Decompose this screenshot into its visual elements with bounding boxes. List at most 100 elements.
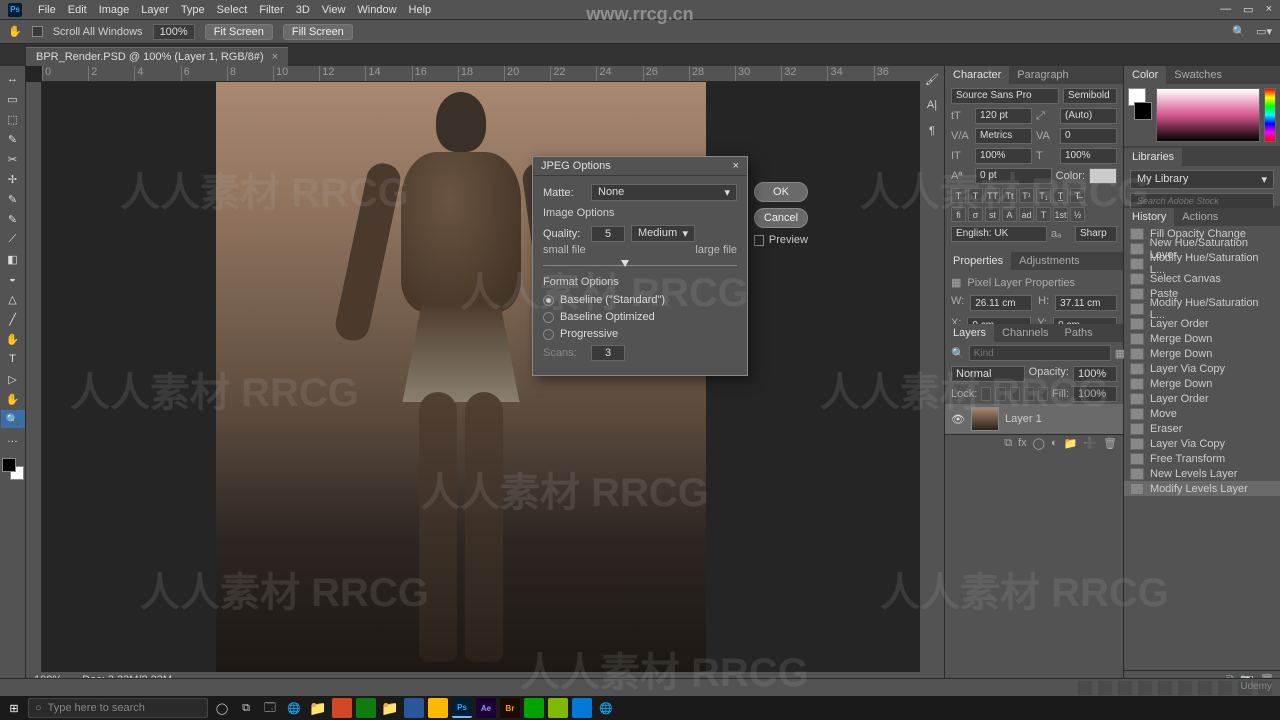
history-item[interactable]: Eraser bbox=[1124, 421, 1280, 436]
zoom-tool-icon[interactable]: … bbox=[1, 430, 25, 448]
height-field[interactable]: 37.11 cm bbox=[1055, 295, 1117, 311]
aftereffects-taskbar-icon[interactable]: Ae bbox=[476, 698, 496, 718]
status-icon[interactable] bbox=[1138, 681, 1152, 695]
history-item[interactable]: Free Transform bbox=[1124, 451, 1280, 466]
menu-image[interactable]: Image bbox=[99, 4, 130, 16]
path-select-tool-icon[interactable]: ✋ bbox=[1, 390, 25, 408]
history-item[interactable]: Modify Levels Layer bbox=[1124, 481, 1280, 496]
preview-checkbox[interactable]: Preview bbox=[754, 234, 808, 246]
paragraph-panel-icon[interactable]: ¶ bbox=[923, 122, 941, 140]
lock-pixels-icon[interactable] bbox=[995, 387, 1005, 401]
taskbar-app-icon[interactable] bbox=[332, 698, 352, 718]
tab-character[interactable]: Character bbox=[945, 66, 1009, 84]
ot-swash-button[interactable]: st bbox=[985, 207, 1000, 222]
status-icon[interactable] bbox=[1218, 681, 1232, 695]
color-swatches[interactable] bbox=[2, 458, 24, 480]
matte-select[interactable]: None▾ bbox=[591, 184, 737, 201]
fit-screen-button[interactable]: Fit Screen bbox=[205, 24, 273, 40]
menu-window[interactable]: Window bbox=[357, 4, 396, 16]
brush-panel-icon[interactable]: 🖌 bbox=[923, 70, 941, 88]
task-view-icon[interactable]: ⧉ bbox=[236, 698, 256, 718]
menu-layer[interactable]: Layer bbox=[141, 4, 169, 16]
history-item[interactable]: Layer Via Copy bbox=[1124, 436, 1280, 451]
delete-layer-icon[interactable]: 🗑 bbox=[1103, 437, 1117, 450]
type-tool-icon[interactable]: ▷ bbox=[1, 370, 25, 388]
dialog-close-icon[interactable]: × bbox=[733, 160, 739, 172]
ot-fi-button[interactable]: fi bbox=[951, 207, 966, 222]
menu-view[interactable]: View bbox=[322, 4, 346, 16]
brush-tool-icon[interactable]: ✎ bbox=[1, 210, 25, 228]
tab-color[interactable]: Color bbox=[1124, 66, 1166, 84]
fill-field[interactable]: 100% bbox=[1073, 386, 1117, 402]
layer-visibility-icon[interactable]: 👁 bbox=[951, 413, 965, 426]
tab-libraries[interactable]: Libraries bbox=[1124, 148, 1182, 166]
menu-3d[interactable]: 3D bbox=[296, 4, 310, 16]
strike-button[interactable]: T̶ bbox=[1070, 188, 1085, 203]
scroll-all-checkbox[interactable] bbox=[32, 26, 43, 37]
baseline-field[interactable]: 0 pt bbox=[975, 168, 1052, 184]
layer-fx-icon[interactable]: fx bbox=[1018, 437, 1027, 450]
font-style-select[interactable]: Semibold bbox=[1063, 88, 1117, 104]
history-item[interactable]: New Levels Layer bbox=[1124, 466, 1280, 481]
layer-thumbnail[interactable] bbox=[971, 407, 999, 431]
character-panel-icon[interactable]: A| bbox=[923, 96, 941, 114]
dodge-tool-icon[interactable]: ✋ bbox=[1, 330, 25, 348]
tab-paragraph[interactable]: Paragraph bbox=[1009, 66, 1076, 84]
menu-type[interactable]: Type bbox=[181, 4, 205, 16]
color-picker-field[interactable] bbox=[1156, 88, 1260, 142]
library-search-input[interactable]: Search Adobe Stock bbox=[1130, 193, 1274, 209]
progressive-radio[interactable]: Progressive bbox=[543, 328, 737, 340]
status-icon[interactable] bbox=[1198, 681, 1212, 695]
taskbar-app-icon[interactable] bbox=[572, 698, 592, 718]
quality-input[interactable] bbox=[591, 226, 625, 242]
menu-select[interactable]: Select bbox=[217, 4, 248, 16]
history-item[interactable]: Merge Down bbox=[1124, 331, 1280, 346]
eraser-tool-icon[interactable]: ◒ bbox=[1, 270, 25, 288]
ok-button[interactable]: OK bbox=[754, 182, 808, 202]
adjustment-layer-icon[interactable]: ◐ bbox=[1051, 437, 1058, 450]
kerning-field[interactable]: Metrics bbox=[975, 128, 1032, 144]
status-icon[interactable] bbox=[1098, 681, 1112, 695]
document-tab-close-icon[interactable]: × bbox=[272, 51, 278, 63]
layer-group-icon[interactable]: 📁 bbox=[1064, 437, 1078, 450]
font-size-field[interactable]: 120 pt bbox=[975, 108, 1032, 124]
ot-ordinals-button[interactable]: ad bbox=[1019, 207, 1034, 222]
filter-kind-icon[interactable]: 🔍 bbox=[951, 347, 965, 360]
smallcaps-button[interactable]: Tt bbox=[1002, 188, 1017, 203]
italic-button[interactable]: T bbox=[968, 188, 983, 203]
hscale-field[interactable]: 100% bbox=[1060, 148, 1117, 164]
taskbar-app-icon[interactable] bbox=[356, 698, 376, 718]
history-item[interactable]: Merge Down bbox=[1124, 346, 1280, 361]
ot-1st-button[interactable]: 1st bbox=[1053, 207, 1068, 222]
crop-tool-icon[interactable]: ✂ bbox=[1, 150, 25, 168]
tab-swatches[interactable]: Swatches bbox=[1166, 66, 1230, 84]
vscale-field[interactable]: 100% bbox=[975, 148, 1032, 164]
explorer-icon[interactable] bbox=[308, 698, 328, 718]
history-item[interactable]: Modify Hue/Saturation L... bbox=[1124, 301, 1280, 316]
document-tab[interactable]: BPR_Render.PSD @ 100% (Layer 1, RGB/8#) … bbox=[26, 47, 288, 66]
hand-tool-icon[interactable]: 🔍 bbox=[1, 410, 25, 428]
lock-all-icon[interactable] bbox=[1038, 387, 1048, 401]
color-bg-swatch[interactable] bbox=[1134, 102, 1152, 120]
gradient-tool-icon[interactable]: △ bbox=[1, 290, 25, 308]
allcaps-button[interactable]: TT bbox=[985, 188, 1000, 203]
status-icon[interactable] bbox=[1078, 681, 1092, 695]
taskbar-search[interactable]: ○ Type here to search bbox=[28, 698, 208, 718]
subscript-button[interactable]: T₁ bbox=[1036, 188, 1051, 203]
healing-tool-icon[interactable]: ✎ bbox=[1, 190, 25, 208]
lasso-tool-icon[interactable]: ⬚ bbox=[1, 110, 25, 128]
fill-screen-button[interactable]: Fill Screen bbox=[283, 24, 353, 40]
font-family-select[interactable]: Source Sans Pro bbox=[951, 88, 1059, 104]
window-max-icon[interactable]: ▭ bbox=[1243, 3, 1253, 16]
zoom-field[interactable]: 100% bbox=[153, 24, 195, 40]
window-min-icon[interactable]: — bbox=[1220, 3, 1231, 16]
tab-adjustments[interactable]: Adjustments bbox=[1011, 252, 1088, 270]
start-button[interactable]: ⊞ bbox=[4, 698, 24, 718]
blend-mode-select[interactable]: Normal bbox=[951, 366, 1025, 382]
leading-field[interactable]: (Auto) bbox=[1060, 108, 1117, 124]
tab-layers[interactable]: Layers bbox=[945, 324, 994, 342]
taskbar-app-icon[interactable] bbox=[404, 698, 424, 718]
quality-slider[interactable] bbox=[543, 262, 737, 270]
hue-slider[interactable] bbox=[1264, 88, 1276, 142]
status-icon[interactable] bbox=[1118, 681, 1132, 695]
